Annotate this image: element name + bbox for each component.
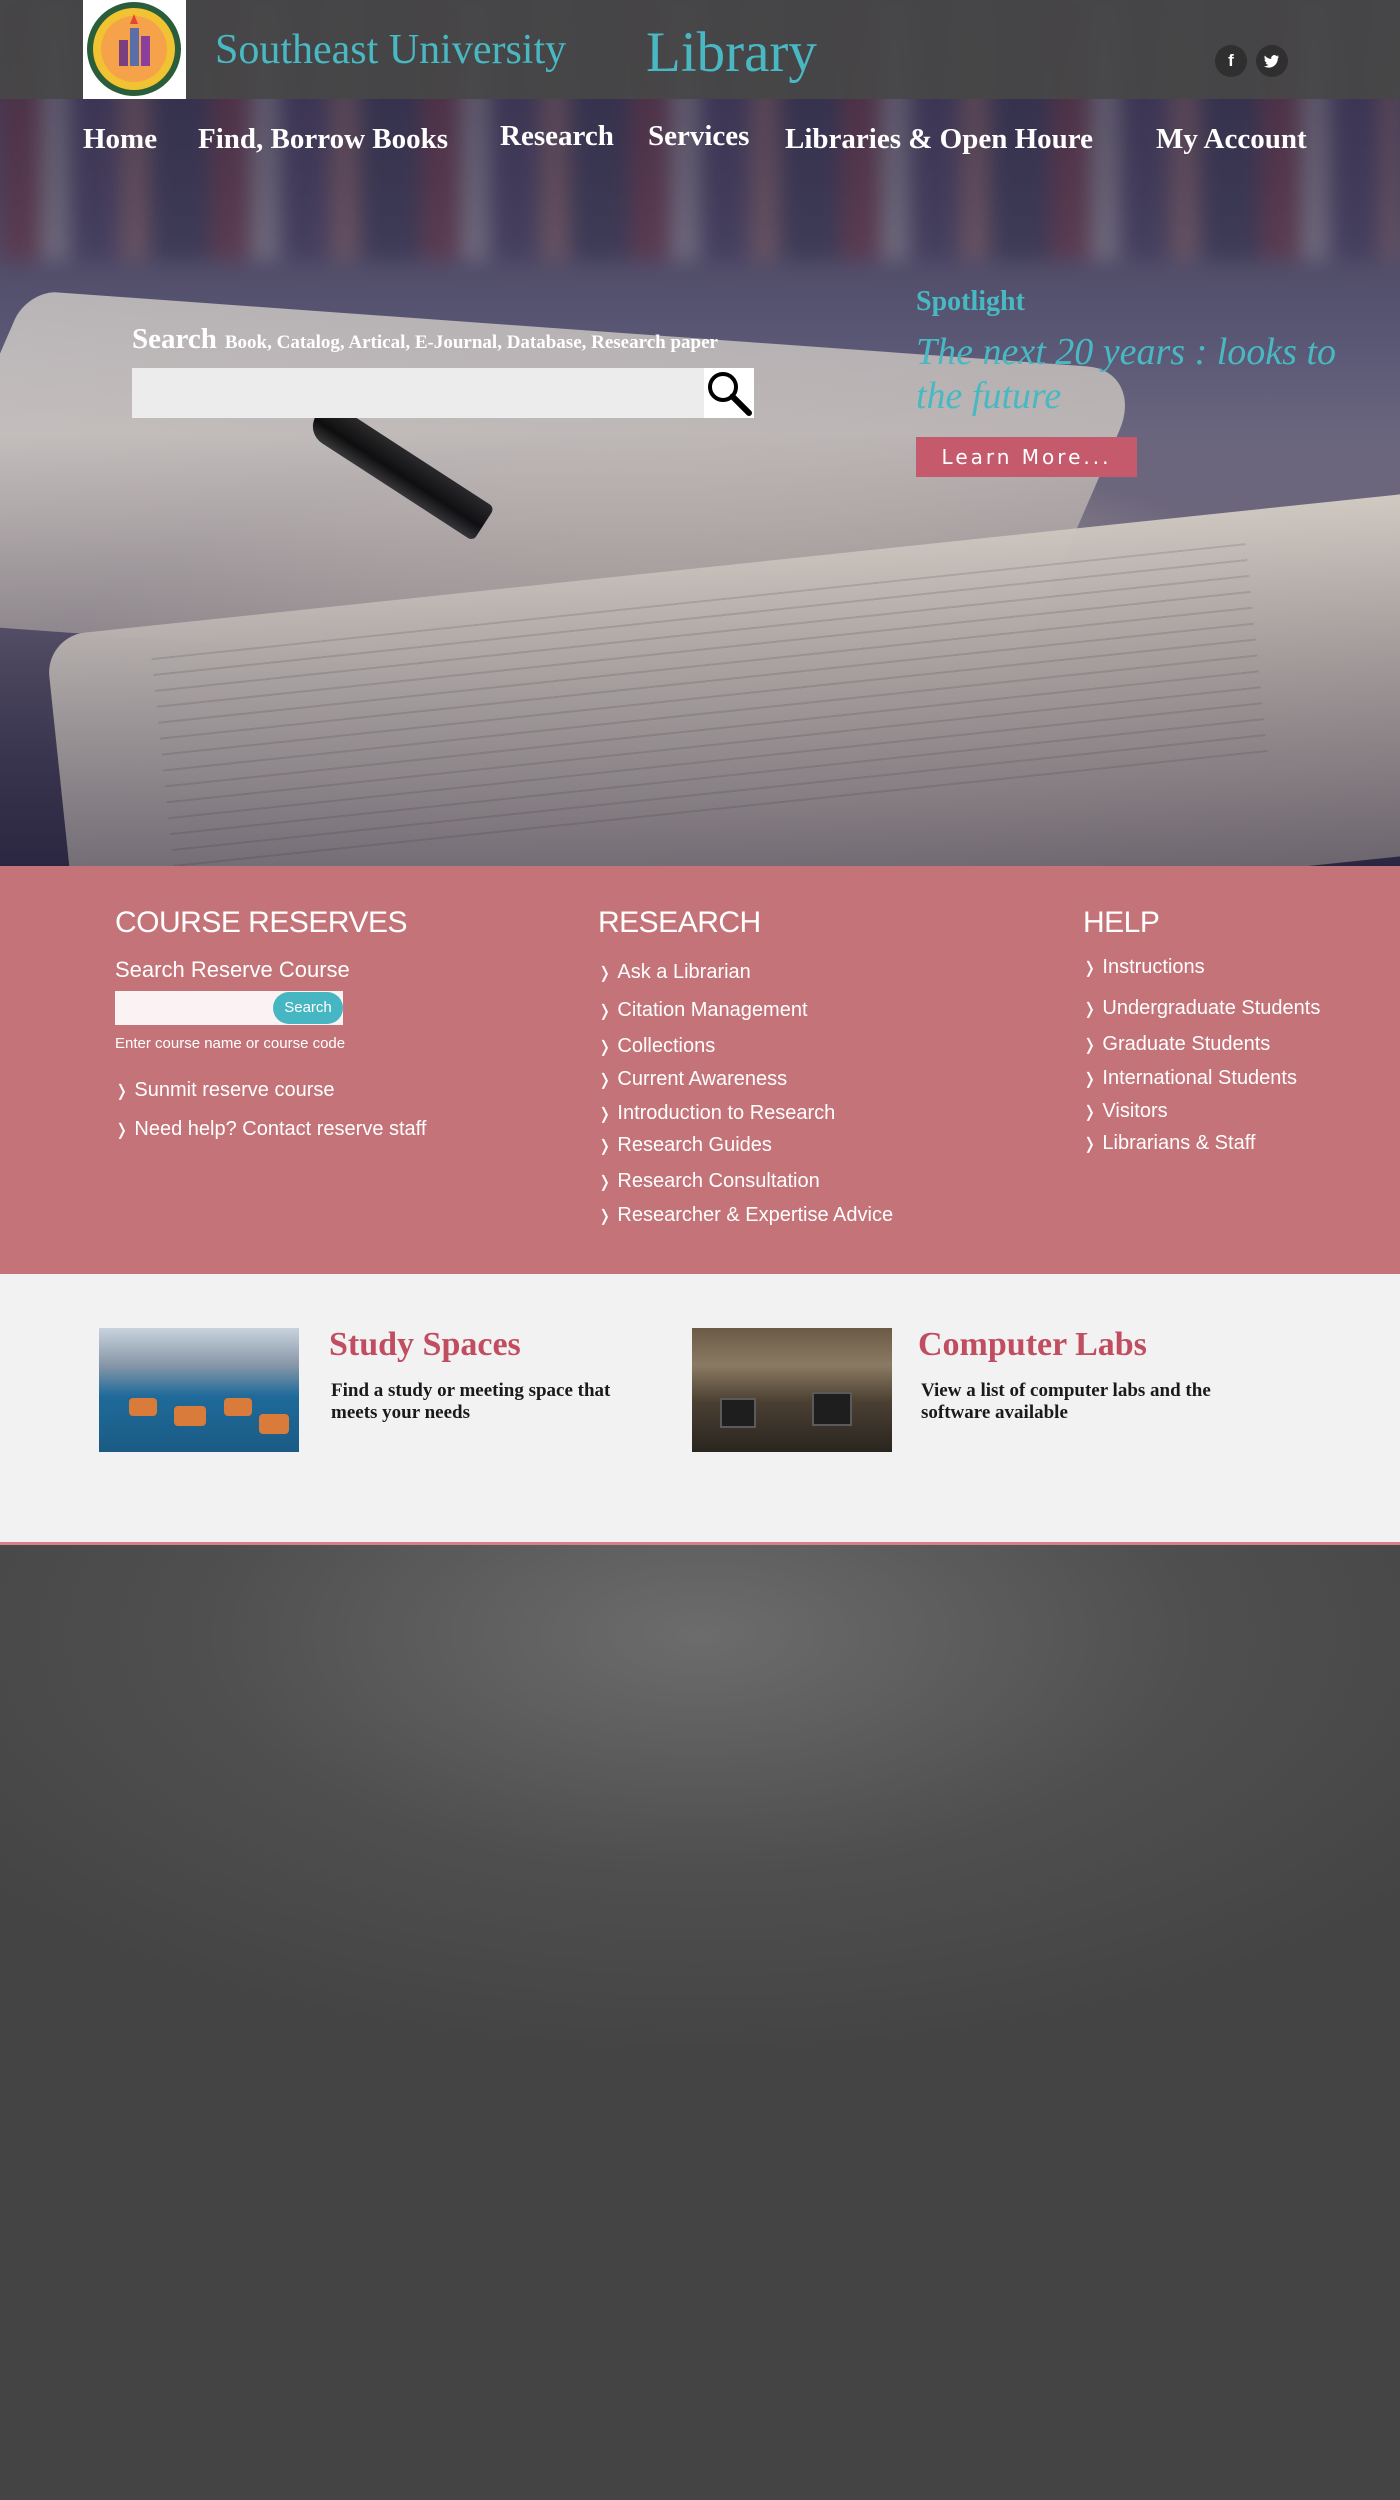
twitter-icon[interactable] xyxy=(1256,45,1288,77)
seal-icon xyxy=(87,2,181,96)
spotlight-title[interactable]: The next 20 years : looks to the future xyxy=(916,330,1356,418)
search-scope: Book, Catalog, Artical, E-Journal, Datab… xyxy=(224,332,718,353)
nav-research[interactable]: Research xyxy=(500,120,614,153)
learn-more-button[interactable]: Learn More... xyxy=(916,437,1137,477)
chair-shape xyxy=(174,1406,206,1426)
search-input[interactable] xyxy=(132,368,704,418)
research-link[interactable]: Research Consultation xyxy=(598,1170,819,1193)
research-heading: RESEARCH xyxy=(598,906,761,939)
reserve-search-hint: Enter course name or course code xyxy=(115,1035,346,1052)
magnifier-icon xyxy=(708,372,752,416)
search-label: Search Book, Catalog, Artical, E-Journal… xyxy=(132,323,718,356)
research-link[interactable]: Collections xyxy=(598,1035,715,1058)
research-link[interactable]: Introduction to Research xyxy=(598,1102,835,1125)
help-link[interactable]: Undergraduate Students xyxy=(1083,997,1320,1020)
chair-shape xyxy=(259,1414,289,1434)
nav-my-account[interactable]: My Account xyxy=(1156,123,1307,156)
nav-find-borrow-books[interactable]: Find, Borrow Books xyxy=(198,123,448,156)
footer-area xyxy=(0,1545,1400,2500)
computer-labs-title[interactable]: Computer Labs xyxy=(918,1326,1147,1364)
computer-labs-image[interactable] xyxy=(692,1328,892,1452)
research-link[interactable]: Ask a Librarian xyxy=(598,961,750,984)
facebook-icon[interactable]: f xyxy=(1215,45,1247,77)
computer-labs-desc: View a list of computer labs and the sof… xyxy=(921,1380,1211,1423)
help-link[interactable]: International Students xyxy=(1083,1067,1297,1090)
research-link[interactable]: Research Guides xyxy=(598,1134,772,1157)
help-heading: HELP xyxy=(1083,906,1160,939)
research-link[interactable]: Researcher & Expertise Advice xyxy=(598,1204,893,1227)
university-logo[interactable] xyxy=(83,0,186,99)
study-spaces-title[interactable]: Study Spaces xyxy=(329,1326,521,1364)
study-spaces-desc: Find a study or meeting space that meets… xyxy=(331,1380,611,1423)
nav-home[interactable]: Home xyxy=(83,123,157,156)
library-title: Library xyxy=(646,21,817,84)
help-link[interactable]: Librarians & Staff xyxy=(1083,1132,1255,1155)
nav-services[interactable]: Services xyxy=(648,120,749,153)
study-spaces-image[interactable] xyxy=(99,1328,299,1452)
help-link[interactable]: Graduate Students xyxy=(1083,1033,1270,1056)
reserve-search-heading: Search Reserve Course xyxy=(115,957,350,982)
submit-reserve-link[interactable]: Sunmit reserve course xyxy=(115,1079,334,1102)
chair-shape xyxy=(224,1398,252,1416)
university-name: Southeast University xyxy=(215,27,567,73)
course-reserves-heading: COURSE RESERVES xyxy=(115,906,408,939)
spotlight-label: Spotlight xyxy=(916,286,1025,317)
help-link[interactable]: Instructions xyxy=(1083,956,1204,979)
monitor-shape xyxy=(812,1392,852,1426)
nav-libraries-open-hours[interactable]: Libraries & Open Houre xyxy=(785,123,1093,156)
monitor-shape xyxy=(720,1398,756,1428)
reserve-search-button[interactable]: Search xyxy=(273,992,343,1024)
help-link[interactable]: Visitors xyxy=(1083,1100,1167,1123)
search-title: Search xyxy=(132,323,217,355)
search-button[interactable] xyxy=(704,368,754,418)
twitter-bird-icon xyxy=(1264,55,1279,68)
research-link[interactable]: Current Awareness xyxy=(598,1068,787,1091)
research-link[interactable]: Citation Management xyxy=(598,999,807,1022)
contact-reserve-staff-link[interactable]: Need help? Contact reserve staff xyxy=(115,1118,426,1141)
chair-shape xyxy=(129,1398,157,1416)
